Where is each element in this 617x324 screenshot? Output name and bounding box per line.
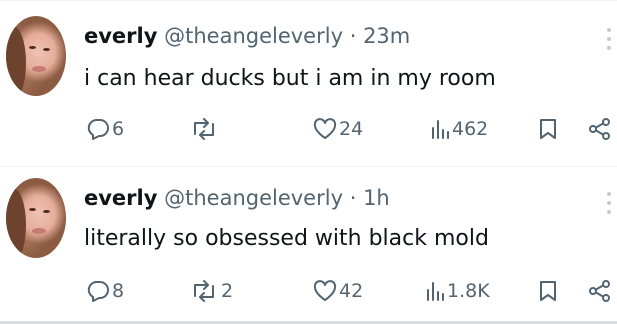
- display-name[interactable]: everly: [84, 186, 157, 210]
- views-count: 462: [452, 118, 489, 140]
- timestamp[interactable]: 23m: [363, 24, 410, 48]
- avatar-eye: [28, 208, 36, 212]
- bookmark-button[interactable]: [539, 118, 557, 140]
- like-count: 24: [339, 118, 364, 140]
- bookmark-button[interactable]: [539, 280, 557, 302]
- views-button[interactable]: 462: [430, 118, 488, 140]
- bookmark-icon: [540, 281, 556, 301]
- share-button[interactable]: [588, 118, 612, 140]
- avatar[interactable]: [6, 16, 66, 96]
- avatar-hair: [6, 188, 26, 258]
- avatar-eye: [43, 210, 51, 213]
- avatar-lips: [32, 65, 47, 72]
- avatar-hair: [6, 26, 26, 96]
- reply-icon: [87, 119, 109, 140]
- like-button[interactable]: 42: [313, 280, 363, 302]
- display-name[interactable]: everly: [84, 24, 157, 48]
- reply-count: 8: [112, 280, 125, 302]
- tweet-1[interactable]: everly @theangeleverly · 23m i can hear …: [0, 0, 617, 160]
- reply-icon: [87, 281, 109, 302]
- repost-button[interactable]: [189, 118, 221, 140]
- avatar-eye: [28, 46, 36, 50]
- timestamp[interactable]: 1h: [363, 186, 390, 210]
- like-icon: [313, 118, 337, 139]
- repost-button[interactable]: 2: [189, 280, 233, 302]
- more-icon[interactable]: [603, 192, 615, 216]
- separator-dot: ·: [349, 186, 357, 210]
- like-icon: [313, 280, 337, 301]
- views-icon: [427, 282, 444, 301]
- like-button[interactable]: 24: [313, 118, 363, 140]
- avatar-eye: [43, 48, 51, 51]
- tweet-2[interactable]: everly @theangeleverly · 1h literally so…: [0, 162, 617, 322]
- reply-count: 6: [112, 118, 125, 140]
- bookmark-icon: [540, 119, 556, 139]
- views-count: 1.8K: [447, 280, 490, 302]
- tweet-header: everly @theangeleverly · 23m: [84, 24, 410, 48]
- share-button[interactable]: [588, 280, 612, 302]
- repost-icon: [194, 280, 214, 302]
- repost-count: 2: [221, 280, 234, 302]
- repost-icon: [194, 118, 214, 140]
- avatar[interactable]: [6, 178, 66, 258]
- views-icon: [432, 120, 449, 139]
- user-handle[interactable]: @theangeleverly: [164, 24, 343, 48]
- tweet-header: everly @theangeleverly · 1h: [84, 186, 390, 210]
- more-icon[interactable]: [603, 28, 615, 52]
- separator-dot: ·: [349, 24, 357, 48]
- share-icon: [589, 118, 610, 140]
- tweet-text: i can hear ducks but i am in my room: [84, 66, 496, 91]
- avatar-lips: [32, 227, 47, 234]
- like-count: 42: [339, 280, 364, 302]
- reply-button[interactable]: 6: [86, 118, 124, 140]
- user-handle[interactable]: @theangeleverly: [164, 186, 343, 210]
- share-icon: [589, 280, 610, 302]
- views-button[interactable]: 1.8K: [425, 280, 490, 302]
- reply-button[interactable]: 8: [86, 280, 124, 302]
- tweet-text: literally so obsessed with black mold: [84, 226, 489, 251]
